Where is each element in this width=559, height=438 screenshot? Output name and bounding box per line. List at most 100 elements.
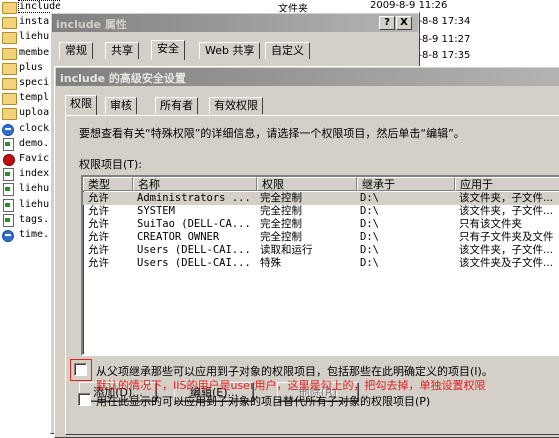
document-icon (3, 183, 14, 197)
file-date: 2009-8-9 11:26 (370, 0, 448, 11)
tab-custom[interactable]: 自定义 (265, 42, 310, 59)
file-name: liehu (19, 198, 50, 210)
entry-applies-to: 该文件夹，子文件... (459, 205, 554, 217)
entry-applies-to: 该文件夹及子文件... (459, 257, 554, 269)
entry-name: Users (DELL-CAI... (137, 257, 251, 269)
file-name: insta (19, 16, 50, 28)
entry-inherited-from: D:\ (360, 231, 379, 243)
entry-type: 允许 (88, 218, 109, 230)
entry-name: Administrators ... (137, 192, 251, 204)
file-name: liehu (19, 183, 50, 195)
document-icon (3, 213, 14, 227)
entry-type: 允许 (88, 257, 109, 269)
folder-icon (2, 17, 17, 30)
entry-name: SYSTEM (137, 205, 175, 217)
entry-name: SuiTao (DELL-CA... (137, 218, 251, 230)
tab-general[interactable]: 常规 (59, 42, 93, 59)
column-header-type[interactable]: 类型 (83, 177, 133, 191)
folder-icon (2, 78, 17, 90)
column-header-name[interactable]: 名称 (133, 177, 257, 191)
column-header-applies[interactable]: 应用于 (455, 177, 559, 191)
tab-auditing[interactable]: 审核 (105, 97, 137, 114)
entry-name: CREATOR OWNER (137, 231, 220, 243)
explorer-date-2: 9-8-9 11:27 (412, 34, 471, 45)
replace-permissions-checkbox[interactable] (78, 393, 91, 406)
file-name: membe (19, 46, 50, 58)
entry-inherited-from: D:\ (360, 244, 379, 256)
entry-inherited-from: D:\ (360, 192, 379, 204)
document-icon (3, 198, 14, 212)
file-name: include (17, 0, 60, 13)
entry-inherited-from: D:\ (360, 205, 379, 217)
entry-permission: 读取和运行 (260, 244, 313, 256)
folder-icon (2, 32, 17, 45)
entry-type: 允许 (88, 244, 109, 256)
folder-icon (2, 108, 17, 121)
table-row[interactable]: 允许 CREATOR OWNER 完全控制 D:\ 只有子文件夹及文件 (83, 231, 559, 244)
entry-applies-to: 该文件夹，子文件... (459, 244, 554, 256)
properties-title-bar: include 属性 ? X (52, 14, 418, 32)
file-name: speci (19, 77, 50, 88)
file-name: tags. (19, 213, 50, 225)
permission-entries-list[interactable]: 类型 名称 权限 继承于 应用于 允许 Administrators ... 完全控… (81, 175, 559, 356)
entry-inherited-from: D:\ (360, 218, 379, 230)
table-row[interactable]: 允许 Users (DELL-CAI... 特殊 D:\ 该文件夹及子文件... (83, 257, 559, 270)
document-icon (3, 137, 14, 151)
favicon-file-icon (3, 154, 15, 166)
advanced-title: include 的高级安全设置 (60, 72, 186, 85)
tab-effective-permissions[interactable]: 有效权限 (209, 97, 263, 114)
advanced-title-bar: include 的高级安全设置 (56, 68, 559, 86)
column-header-permission[interactable]: 权限 (257, 177, 357, 191)
file-name: liehu (19, 31, 50, 43)
document-icon (3, 168, 14, 182)
file-name: uploa (19, 107, 50, 119)
ie-file-icon (2, 123, 14, 136)
help-button[interactable]: ? (379, 16, 395, 30)
entry-type: 允许 (88, 205, 109, 217)
entry-type: 允许 (88, 192, 109, 204)
file-name: demo. (19, 137, 50, 149)
explorer-date-3: 9-8-8 17:35 (412, 50, 471, 61)
close-button[interactable]: X (396, 16, 412, 30)
advanced-security-dialog: include 的高级安全设置 权限 审核 所有者 有效权限 要想查看有关“特殊… (54, 66, 559, 438)
entry-permission: 完全控制 (260, 231, 302, 243)
file-name: index (19, 168, 50, 180)
entry-applies-to: 该文件夹，子文件... (459, 192, 554, 204)
folder-icon (2, 93, 17, 106)
table-row[interactable]: 允许 Users (DELL-CAI... 读取和运行 D:\ 该文件夹，子文件... (83, 244, 559, 257)
folder-icon (2, 2, 17, 14)
tab-security[interactable]: 安全 (151, 40, 185, 60)
ie-file-icon (2, 230, 14, 242)
tab-permissions[interactable]: 权限 (65, 95, 97, 115)
file-name: templ (19, 92, 50, 104)
entry-type: 允许 (88, 231, 109, 243)
annotation-note: 默认的情况下，IIS的用户是user用户，这里是勾上的，把勾去掉，单独设置权限 (96, 379, 486, 392)
entry-inherited-from: D:\ (360, 257, 379, 269)
folder-icon (2, 62, 17, 75)
tab-web-sharing[interactable]: Web 共享 (199, 42, 261, 59)
tab-owner[interactable]: 所有者 (155, 97, 198, 114)
folder-icon (2, 47, 17, 60)
entry-permission: 完全控制 (260, 205, 302, 217)
file-name: clock (19, 122, 50, 134)
permissions-description: 要想查看有关“特殊权限”的详细信息，请选择一个权限项目，然后单击“编辑”。 (79, 127, 465, 140)
file-name: plus (19, 61, 44, 73)
entry-applies-to: 只有子文件夹及文件 (459, 231, 554, 243)
file-name: time. (19, 229, 50, 240)
properties-title: include 属性 (56, 18, 127, 31)
column-header-inherited[interactable]: 继承于 (357, 177, 455, 191)
file-name: Favic (19, 153, 50, 164)
entry-permission: 特殊 (260, 257, 281, 269)
entry-applies-to: 只有该文件夹 (459, 218, 522, 230)
permission-entries-label: 权限项目(T): (79, 158, 143, 171)
table-row[interactable]: 允许 SuiTao (DELL-CA... 完全控制 D:\ 只有该文件夹 (83, 218, 559, 231)
entry-permission: 完全控制 (260, 218, 302, 230)
entry-name: Users (DELL-CAI... (137, 244, 251, 256)
replace-permissions-label: 用在此显示的可以应用到子对象的项目替代所有子对象的权限项目(P) (96, 395, 431, 408)
table-row[interactable]: 允许 Administrators ... 完全控制 D:\ 该文件夹，子文件... (83, 192, 559, 205)
tab-sharing[interactable]: 共享 (105, 42, 139, 59)
inherit-permissions-checkbox[interactable] (74, 363, 87, 376)
table-row[interactable]: 允许 SYSTEM 完全控制 D:\ 该文件夹，子文件... (83, 205, 559, 218)
entry-permission: 完全控制 (260, 192, 302, 204)
explorer-date-1: 9-8-8 17:34 (412, 16, 471, 27)
